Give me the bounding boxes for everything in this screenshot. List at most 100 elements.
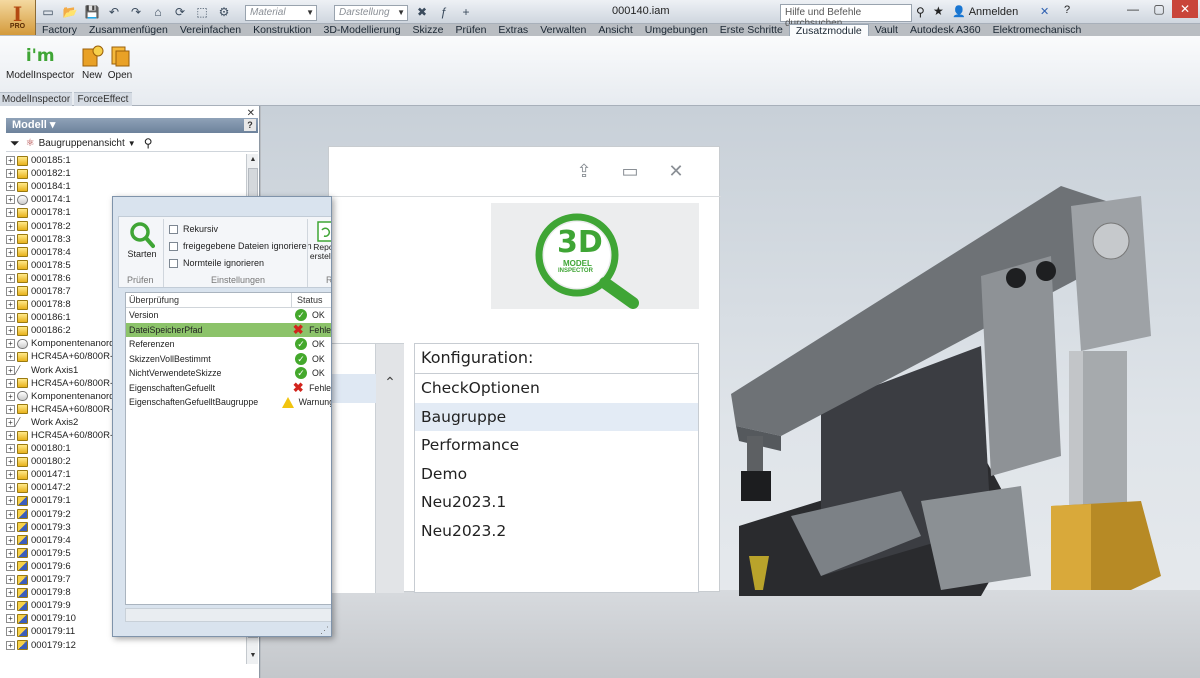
home-icon[interactable]: ⌂ bbox=[150, 4, 166, 20]
modelinspector-button[interactable]: i'm ModelInspector bbox=[6, 42, 74, 81]
configuration-item[interactable]: Performance bbox=[415, 431, 698, 460]
expand-icon[interactable]: + bbox=[6, 470, 15, 480]
expand-icon[interactable]: + bbox=[6, 457, 15, 467]
binoculars-icon[interactable]: ⚲ bbox=[144, 136, 153, 150]
expand-icon[interactable]: + bbox=[6, 535, 15, 545]
expand-icon[interactable]: + bbox=[6, 286, 15, 296]
filter-icon[interactable]: ⏷ bbox=[10, 136, 20, 151]
forceeffect-open-button[interactable]: Open bbox=[104, 42, 136, 81]
expand-icon[interactable]: + bbox=[6, 260, 15, 270]
tree-node[interactable]: +000182:1 bbox=[6, 167, 246, 180]
expand-icon[interactable]: + bbox=[6, 588, 15, 598]
help-icon[interactable]: ? bbox=[244, 119, 256, 131]
tree-node[interactable]: +000185:1 bbox=[6, 154, 246, 167]
checkbox-box[interactable] bbox=[169, 258, 178, 268]
config-scrollbar[interactable]: ⌃ bbox=[376, 343, 404, 593]
expand-icon[interactable]: + bbox=[6, 313, 15, 323]
binoculars-icon[interactable]: ⚲ bbox=[916, 5, 925, 19]
expand-icon[interactable]: + bbox=[6, 431, 15, 441]
browser-view-select[interactable]: Baugruppenansicht bbox=[39, 138, 125, 149]
expand-icon[interactable]: + bbox=[6, 391, 15, 401]
checkbox-recursive[interactable]: Rekursiv bbox=[169, 224, 218, 234]
configuration-item[interactable]: Neu2023.2 bbox=[415, 517, 698, 546]
tree-node[interactable]: +000184:1 bbox=[6, 180, 246, 193]
expand-icon[interactable]: + bbox=[6, 522, 15, 532]
expand-icon[interactable]: + bbox=[6, 352, 15, 362]
clear-appearance-icon[interactable]: ✖ bbox=[414, 4, 430, 20]
table-row[interactable]: SkizzenVollBestimmt ✓ OK bbox=[126, 352, 331, 367]
exchange-icon[interactable]: ✕ bbox=[1040, 5, 1049, 18]
config-side-selection[interactable] bbox=[329, 374, 376, 403]
configuration-item[interactable]: Neu2023.1 bbox=[415, 488, 698, 517]
expand-icon[interactable]: + bbox=[6, 483, 15, 493]
browser-header[interactable]: Modell ▾ ? bbox=[6, 118, 258, 133]
expand-icon[interactable]: + bbox=[6, 614, 15, 624]
checkbox-box[interactable] bbox=[169, 224, 178, 234]
new-file-icon[interactable]: ▭ bbox=[40, 4, 56, 20]
checkbox-ignore-released[interactable]: freigegebene Dateien ignorieren bbox=[169, 241, 312, 251]
save-icon[interactable]: 💾 bbox=[84, 4, 100, 20]
select-icon[interactable]: ⬚ bbox=[194, 4, 210, 20]
expand-icon[interactable]: + bbox=[6, 234, 15, 244]
configuration-item[interactable]: Baugruppe bbox=[415, 402, 698, 431]
expand-icon[interactable]: + bbox=[6, 300, 15, 310]
expand-icon[interactable]: + bbox=[6, 326, 15, 336]
undo-icon[interactable]: ↶ bbox=[106, 4, 122, 20]
expand-icon[interactable]: + bbox=[6, 509, 15, 519]
expand-icon[interactable]: + bbox=[6, 247, 15, 257]
close-icon[interactable]: ✕ bbox=[653, 161, 699, 182]
minimize-button[interactable]: — bbox=[1120, 0, 1146, 18]
expand-icon[interactable]: + bbox=[6, 444, 15, 454]
export-icon[interactable]: ⇪ bbox=[561, 161, 607, 182]
expand-icon[interactable]: + bbox=[6, 273, 15, 283]
table-row[interactable]: DateiSpeicherPfad ✖ Fehler bbox=[126, 322, 331, 337]
close-button[interactable]: ✕ bbox=[1172, 0, 1198, 18]
chevron-up-icon[interactable]: ⌃ bbox=[376, 374, 404, 398]
expand-icon[interactable]: + bbox=[6, 575, 15, 585]
help-icon[interactable]: ? bbox=[1064, 4, 1070, 16]
checkbox-ignore-standard[interactable]: Normteile ignorieren bbox=[169, 258, 264, 268]
expand-icon[interactable]: + bbox=[6, 404, 15, 414]
table-row[interactable]: EigenschaftenGefuelltBaugruppe Warnung bbox=[126, 395, 331, 410]
checkbox-box[interactable] bbox=[169, 241, 178, 251]
maximize-icon[interactable]: ▭ bbox=[607, 161, 653, 182]
add-icon[interactable]: + bbox=[458, 4, 474, 20]
settings-icon[interactable]: ⚙ bbox=[216, 4, 232, 20]
expand-icon[interactable]: + bbox=[6, 195, 15, 205]
application-menu-button[interactable]: I PRO bbox=[0, 0, 36, 35]
star-icon[interactable]: ★ bbox=[933, 4, 944, 18]
configuration-item[interactable]: Demo bbox=[415, 460, 698, 489]
report-button[interactable]: Report erstellen bbox=[310, 221, 331, 261]
expand-icon[interactable]: + bbox=[6, 339, 15, 349]
expand-icon[interactable]: + bbox=[6, 221, 15, 231]
expand-icon[interactable]: + bbox=[6, 182, 15, 192]
help-search-input[interactable]: Hilfe und Befehle durchsuchen... bbox=[780, 4, 912, 29]
expand-icon[interactable]: + bbox=[6, 169, 15, 179]
horizontal-scrollbar[interactable] bbox=[125, 608, 331, 622]
scroll-down-icon[interactable]: ▼ bbox=[247, 650, 259, 662]
table-row[interactable]: Referenzen ✓ OK bbox=[126, 337, 331, 352]
expand-icon[interactable]: + bbox=[6, 561, 15, 571]
column-status[interactable]: Status bbox=[292, 293, 323, 307]
table-row[interactable]: EigenschaftenGefuellt ✖ Fehler bbox=[126, 381, 331, 396]
expand-icon[interactable]: + bbox=[6, 627, 15, 637]
chevron-down-icon[interactable]: ▼ bbox=[128, 139, 136, 148]
redo-icon[interactable]: ↷ bbox=[128, 4, 144, 20]
configuration-item[interactable]: CheckOptionen bbox=[415, 374, 698, 403]
sign-in-button[interactable]: 👤 Anmelden bbox=[952, 5, 1018, 19]
appearance-select[interactable]: Darstellung ▼ bbox=[334, 5, 408, 21]
expand-icon[interactable]: + bbox=[6, 378, 15, 388]
expand-icon[interactable]: + bbox=[6, 640, 15, 650]
expand-icon[interactable]: + bbox=[6, 156, 15, 166]
expand-icon[interactable]: + bbox=[6, 548, 15, 558]
scroll-up-icon[interactable]: ▲ bbox=[247, 154, 259, 166]
expand-icon[interactable]: + bbox=[6, 601, 15, 611]
formula-icon[interactable]: ƒ bbox=[436, 4, 452, 20]
table-row[interactable]: Version ✓ OK bbox=[126, 308, 331, 323]
resize-grip-icon[interactable]: ⋰ bbox=[320, 625, 329, 636]
maximize-button[interactable]: ▢ bbox=[1146, 0, 1172, 18]
expand-icon[interactable]: + bbox=[6, 208, 15, 218]
tree-node[interactable]: +000179:12 bbox=[6, 638, 246, 651]
material-select[interactable]: Material ▼ bbox=[245, 5, 317, 21]
column-check[interactable]: Überprüfung bbox=[126, 293, 292, 307]
